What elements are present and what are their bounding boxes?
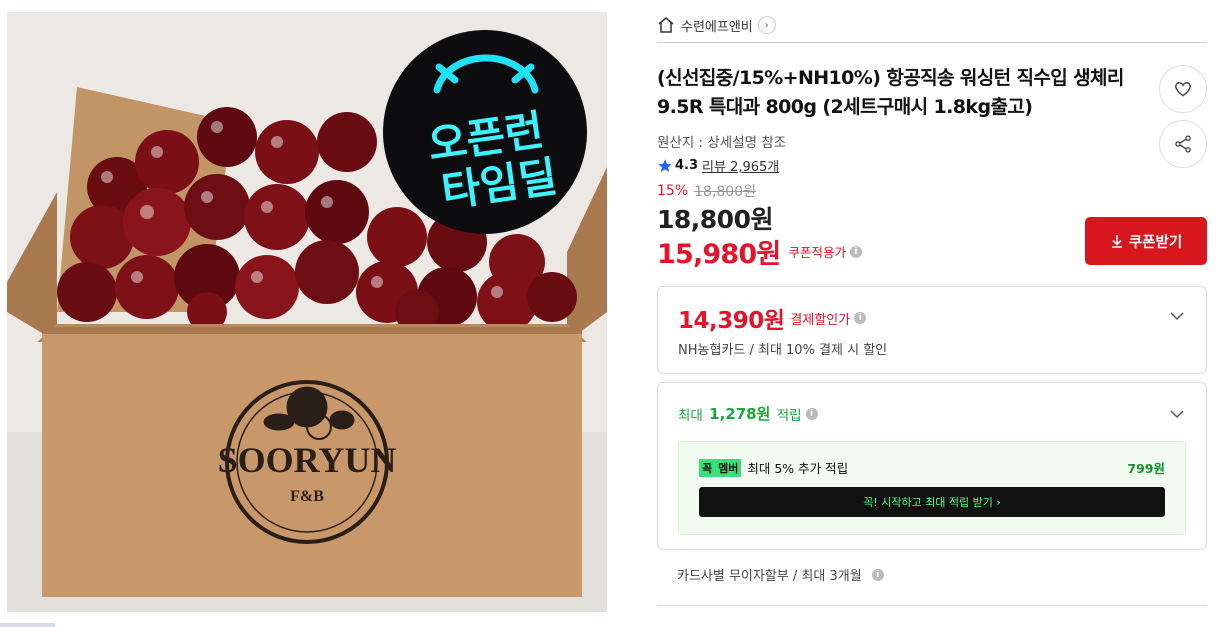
original-price: 18,800원 <box>694 184 756 200</box>
info-icon[interactable]: i <box>805 407 818 420</box>
product-title: (신선집중/15%+NH10%) 항공직송 워싱턴 직수입 생체리 9.5R 특… <box>657 67 1124 118</box>
payment-discount-detail: NH농협카드 / 최대 10% 결제 시 할인 <box>678 343 888 358</box>
product-info-panel: 수련에프앤비 › (신선집중/15%+NH10%) 항공직송 워싱턴 직수입 생… <box>657 0 1207 627</box>
divider <box>657 605 1207 606</box>
installment-info: 카드사별 무이자할부 / 최대 3개월 i <box>677 565 884 584</box>
discount-row: 15% 18,800원 <box>657 181 756 201</box>
member-badge: 꼭 멤버 <box>699 458 742 477</box>
cherry-box-illustration: SOORYUN F&B 오픈런 타임딜 <box>7 12 607 612</box>
coupon-price-label: 쿠폰적용가 <box>788 245 846 260</box>
product-image[interactable]: SOORYUN F&B 오픈런 타임딜 <box>7 12 607 612</box>
coupon-price-row: 15,980원 쿠폰적용가 i <box>657 232 862 271</box>
heart-icon <box>1175 82 1191 97</box>
share-icon <box>1175 135 1191 153</box>
sale-price: 18,800원 <box>657 205 773 234</box>
points-panel: 최대 1,278원 적립 i 꼭 멤버 최대 5% 추가 적립 799원 꼭! 시… <box>657 382 1207 550</box>
thumbnail-strip[interactable] <box>0 623 55 627</box>
download-icon <box>1111 235 1122 248</box>
star-icon <box>658 158 672 172</box>
coupon-button-label: 쿠폰받기 <box>1128 234 1183 251</box>
points-summary: 최대 1,278원 적립 i <box>678 403 818 424</box>
store-name: 수련에프앤비 <box>681 19 753 35</box>
member-benefit-row: 꼭 멤버 최대 5% 추가 적립 <box>699 458 848 477</box>
member-points: 799원 <box>1127 461 1165 476</box>
points-amount: 1,278원 <box>709 405 771 423</box>
chevron-right-icon: › <box>757 16 776 34</box>
store-link[interactable]: 수련에프앤비 › <box>657 13 776 37</box>
rating-row[interactable]: 4.3 리뷰 2,965개 <box>657 156 779 175</box>
installment-text: 카드사별 무이자할부 / 최대 3개월 <box>677 569 862 584</box>
home-icon <box>658 17 674 33</box>
member-benefit-box: 꼭 멤버 최대 5% 추가 적립 799원 꼭! 시작하고 최대 적립 받기 › <box>678 441 1186 535</box>
get-coupon-button[interactable]: 쿠폰받기 <box>1085 217 1207 265</box>
payment-discount-label: 결제할인가 <box>790 312 851 328</box>
member-badge-b: 멤버 <box>715 458 742 477</box>
origin-info: 원산지 : 상세설명 참조 <box>657 135 787 151</box>
info-icon[interactable]: i <box>849 245 862 258</box>
brand-logo-sub: F&B <box>290 488 324 505</box>
points-suffix: 적립 <box>776 407 802 424</box>
member-badge-a: 꼭 <box>699 458 716 477</box>
payment-discount-panel[interactable]: 14,390원 결제할인가 i NH농협카드 / 최대 10% 결제 시 할인 <box>657 286 1207 374</box>
rating-score: 4.3 <box>675 158 699 173</box>
points-prefix: 최대 <box>678 407 703 424</box>
payment-price-row: 14,390원 결제할인가 i <box>678 301 867 335</box>
member-signup-button[interactable]: 꼭! 시작하고 최대 적립 받기 › <box>699 487 1165 517</box>
review-count-link[interactable]: 리뷰 2,965개 <box>702 156 779 175</box>
payment-discount-price: 14,390원 <box>678 308 785 334</box>
discount-percent: 15% <box>657 183 689 199</box>
info-icon[interactable]: i <box>871 568 884 581</box>
wishlist-button[interactable] <box>1159 65 1207 113</box>
divider <box>657 42 1207 43</box>
info-icon[interactable]: i <box>854 312 867 324</box>
member-benefit-text: 최대 5% 추가 적립 <box>747 461 849 476</box>
share-button[interactable] <box>1159 120 1207 168</box>
open-run-badge: 오픈런 타임딜 <box>383 30 587 234</box>
brand-logo-text: SOORYUN <box>218 440 397 480</box>
chevron-down-icon[interactable] <box>1170 309 1184 323</box>
coupon-price: 15,980원 <box>657 239 781 270</box>
chevron-down-icon[interactable] <box>1170 407 1184 421</box>
